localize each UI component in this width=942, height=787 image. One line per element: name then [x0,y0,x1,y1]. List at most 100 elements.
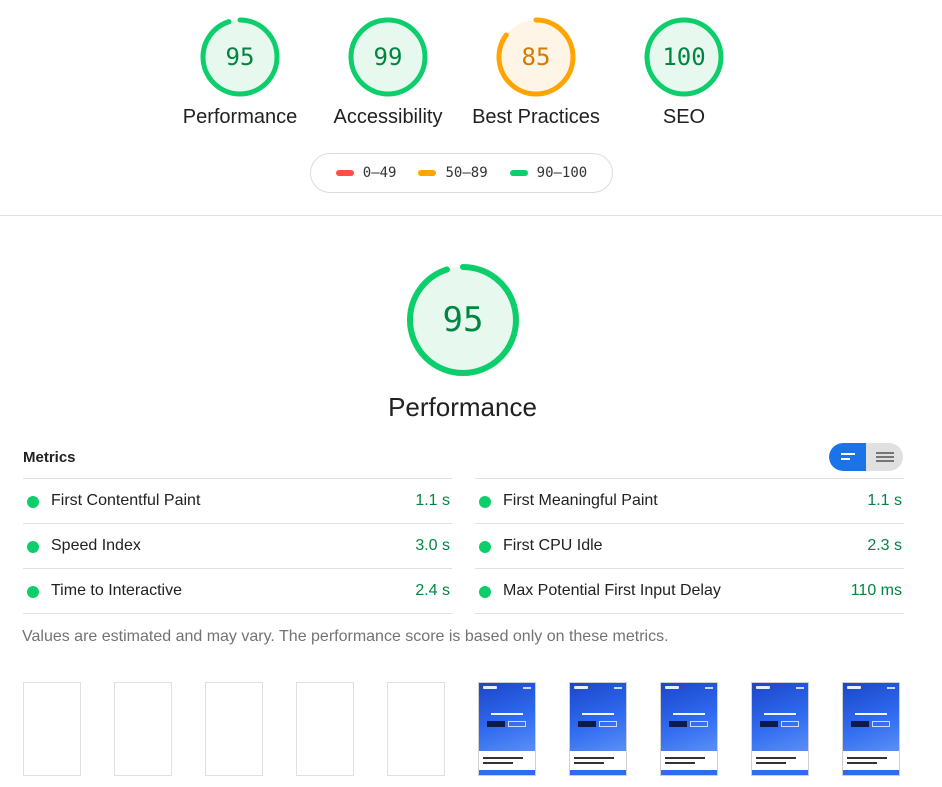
frame-button [669,721,687,727]
filmstrip [23,682,903,778]
frame-button-outline [599,721,617,727]
gauge-score: 95 [225,43,255,71]
average-marker-icon [418,170,437,176]
pass-dot-icon [27,586,39,598]
frame-button-outline [872,721,890,727]
frame-nav [887,687,895,689]
performance-title: Performance [388,392,537,422]
metric-value: 1.1 s [415,492,450,509]
gauge-best-practices[interactable]: 85 Best Practices [461,16,611,129]
frame-nav [523,687,531,689]
frame-footer-bar [752,770,808,775]
score-summary: 95 Performance 99 Accessibility 85 Best … [0,16,942,136]
frame-logo [483,686,497,689]
frame-button [760,721,778,727]
legend-item-fail: 0–49 [335,165,397,181]
frame-button-outline [690,721,708,727]
metric-row: Time to Interactive 2.4 s [23,569,452,614]
compact-view-button[interactable] [829,443,866,471]
gauge-label: Performance [182,106,298,128]
expanded-list-icon [876,452,894,462]
gauge-score: 100 [662,43,706,71]
metric-value: 110 ms [850,582,902,599]
metric-row: Speed Index 3.0 s [23,524,452,569]
pass-dot-icon [479,541,491,553]
frame-button-outline [508,721,526,727]
metrics-heading: Metrics [23,449,76,466]
metric-name: Max Potential First Input Delay [503,582,721,599]
metric-value: 1.1 s [867,492,902,509]
frame-logo [665,686,679,689]
fail-marker-icon [335,170,354,176]
filmstrip-frame [205,682,263,776]
metric-row: Max Potential First Input Delay 110 ms [475,569,904,614]
frame-footer-bar [479,770,535,775]
filmstrip-frame [387,682,445,776]
frame-heading [855,713,887,715]
pass-marker-icon [509,170,528,176]
metric-row: First Contentful Paint 1.1 s [23,479,452,524]
filmstrip-frame [23,682,81,776]
pass-dot-icon [479,496,491,508]
frame-text-line [483,762,513,764]
frame-text-line [847,757,887,759]
frame-nav [614,687,622,689]
gauge-performance[interactable]: 95 Performance [165,16,315,129]
frame-button [487,721,505,727]
frame-footer-bar [661,770,717,775]
section-divider [0,215,942,216]
performance-gauge: 95 [405,262,521,378]
frame-hero [752,683,808,751]
score-scale-legend: 0–49 50–89 90–100 [310,153,613,193]
frame-footer-bar [843,770,899,775]
frame-heading [582,713,614,715]
metric-name: Speed Index [51,537,141,554]
filmstrip-frame [842,682,900,776]
frame-button [578,721,596,727]
gauge-seo[interactable]: 100 SEO [609,16,759,129]
metric-name: Time to Interactive [51,582,183,599]
metrics-view-toggle[interactable] [829,443,903,471]
metric-name: First Meaningful Paint [503,492,658,509]
legend-range: 50–89 [445,165,488,181]
frame-hero [479,683,535,751]
gauge-label: Best Practices [472,106,600,128]
expanded-view-button[interactable] [866,443,903,471]
frame-text-line [847,762,877,764]
frame-text-line [574,757,614,759]
gauge-score: 99 [373,43,403,71]
compact-list-icon [841,453,855,460]
filmstrip-frame [114,682,172,776]
frame-footer-bar [570,770,626,775]
legend-item-average: 50–89 [418,165,488,181]
legend-item-pass: 90–100 [509,165,587,181]
frame-nav [796,687,804,689]
frame-hero [570,683,626,751]
frame-logo [847,686,861,689]
metric-name: First CPU Idle [503,537,603,554]
frame-button-outline [781,721,799,727]
pass-dot-icon [479,586,491,598]
metrics-column-left: First Contentful Paint 1.1 s Speed Index… [23,478,452,614]
metric-value: 2.3 s [867,537,902,554]
legend-range: 0–49 [362,165,397,181]
frame-nav [705,687,713,689]
pass-dot-icon [27,496,39,508]
metrics-column-right: First Meaningful Paint 1.1 s First CPU I… [475,478,904,614]
frame-heading [673,713,705,715]
filmstrip-frame [478,682,536,776]
gauge-accessibility[interactable]: 99 Accessibility [313,16,463,129]
frame-text-line [574,762,604,764]
performance-score: 95 [442,300,484,340]
pass-dot-icon [27,541,39,553]
frame-hero [843,683,899,751]
filmstrip-frame [660,682,718,776]
metric-row: First CPU Idle 2.3 s [475,524,904,569]
metric-value: 3.0 s [415,537,450,554]
gauge-label: SEO [662,106,706,128]
frame-text-line [665,757,705,759]
metric-value: 2.4 s [415,582,450,599]
frame-heading [764,713,796,715]
metric-row: First Meaningful Paint 1.1 s [475,479,904,524]
filmstrip-frame [296,682,354,776]
